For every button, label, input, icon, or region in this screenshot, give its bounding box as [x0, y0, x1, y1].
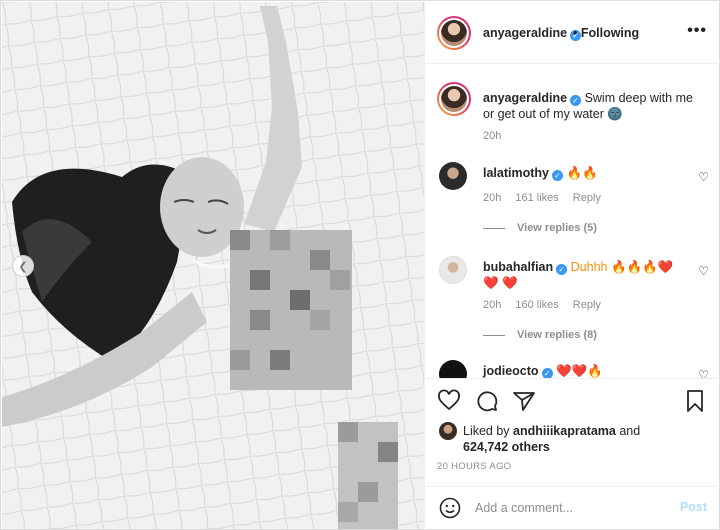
view-replies-link[interactable]: View replies (5) [483, 222, 597, 234]
post-comment-button[interactable]: Post [680, 500, 707, 514]
comment-username[interactable]: jodieocto [483, 364, 539, 378]
more-options-icon[interactable]: ••• [687, 22, 707, 40]
verified-badge-icon: ✓ [552, 170, 563, 181]
following-status[interactable]: • Following [573, 26, 639, 40]
smiley-icon[interactable] [439, 497, 461, 519]
verified-badge-icon: ✓ [556, 264, 568, 275]
caption-text-block: anyageraldine ✓ Swim deep with me or get … [483, 90, 703, 122]
paper-plane-icon[interactable] [512, 389, 536, 413]
action-icons [437, 389, 546, 415]
comment-like-heart-icon[interactable]: ♡ [698, 368, 709, 378]
caption-time: 20h [483, 130, 502, 142]
comment-avatar[interactable] [439, 162, 467, 190]
comment-like-heart-icon[interactable]: ♡ [698, 264, 709, 278]
comment-line: lalatimothy ✓ 🔥🔥 [483, 165, 683, 181]
pool-photo-image [2, 2, 424, 529]
comment-likes[interactable]: 160 likes [515, 299, 558, 311]
post-actions: Liked by andhiiikapratama and 624,742 ot… [425, 378, 720, 486]
comment-line: jodieocto ✓ ❤️❤️🔥 [483, 363, 683, 378]
comment-username[interactable]: lalatimothy [483, 166, 549, 180]
post-modal: ❮ anyageraldine ✓ • Following ••• anyager… [0, 0, 720, 530]
liked-by-suffix: and [615, 424, 641, 438]
comment-bubble-icon[interactable] [475, 389, 499, 413]
comment-username[interactable]: bubahalfian [483, 260, 553, 274]
author-avatar[interactable] [437, 16, 471, 50]
verified-badge-icon: ✓ [541, 368, 553, 378]
post-photo[interactable]: ❮ [2, 2, 424, 529]
view-replies-link[interactable]: View replies (8) [483, 329, 597, 341]
post-sidebar: anyageraldine ✓ • Following ••• anyageral… [424, 2, 720, 530]
comment-line: bubahalfian ✓ Duhhh 🔥🔥🔥❤️❤️ ❤️ [483, 259, 683, 291]
comment-avatar[interactable] [439, 256, 467, 284]
comment-text: 🔥🔥 [566, 166, 598, 180]
comments-list: anyageraldine ✓ Swim deep with me or get … [425, 64, 720, 378]
comment-text: ❤️❤️🔥 [556, 364, 603, 378]
post-timestamp[interactable]: 20 HOURS AGO [437, 461, 511, 472]
liker-avatar[interactable] [439, 422, 457, 440]
author-username-label[interactable]: anyageraldine [483, 26, 567, 40]
liked-by-count[interactable]: 624,742 others [463, 440, 550, 454]
liked-by-prefix: Liked by [463, 424, 514, 438]
add-comment-bar: Post [425, 486, 720, 530]
caption-avatar[interactable] [437, 82, 471, 116]
heart-icon[interactable] [437, 389, 461, 413]
author-username[interactable]: anyageraldine ✓ [483, 26, 582, 41]
comment-input[interactable] [475, 498, 665, 518]
comment-item: bubahalfian ✓ Duhhh 🔥🔥🔥❤️❤️ ❤️ 20h 160 lik… [437, 256, 709, 352]
liked-by-text: Liked by andhiiikapratama and 624,742 ot… [463, 423, 703, 455]
comment-reply-link[interactable]: Reply [573, 299, 601, 311]
comment-meta: 20h 160 likes Reply [483, 299, 615, 311]
chevron-left-icon[interactable]: ❮ [12, 255, 34, 277]
comment-meta: 20h 161 likes Reply [483, 192, 615, 204]
verified-badge-icon: ✓ [570, 95, 582, 106]
caption-username[interactable]: anyageraldine [483, 91, 567, 105]
comment-item: lalatimothy ✓ 🔥🔥 20h 161 likes Reply ♡ View… [437, 162, 709, 242]
comment-like-heart-icon[interactable]: ♡ [698, 170, 709, 184]
comment-item: jodieocto ✓ ❤️❤️🔥 ♡ [437, 360, 709, 378]
comment-likes[interactable]: 161 likes [515, 192, 558, 204]
post-header: anyageraldine ✓ • Following ••• [425, 2, 720, 64]
liked-by-user[interactable]: andhiiikapratama [513, 424, 616, 438]
comment-time: 20h [483, 299, 502, 311]
comment-reply-link[interactable]: Reply [573, 192, 601, 204]
comment-avatar[interactable] [439, 360, 467, 378]
comment-time: 20h [483, 192, 502, 204]
bookmark-icon[interactable] [683, 389, 707, 413]
